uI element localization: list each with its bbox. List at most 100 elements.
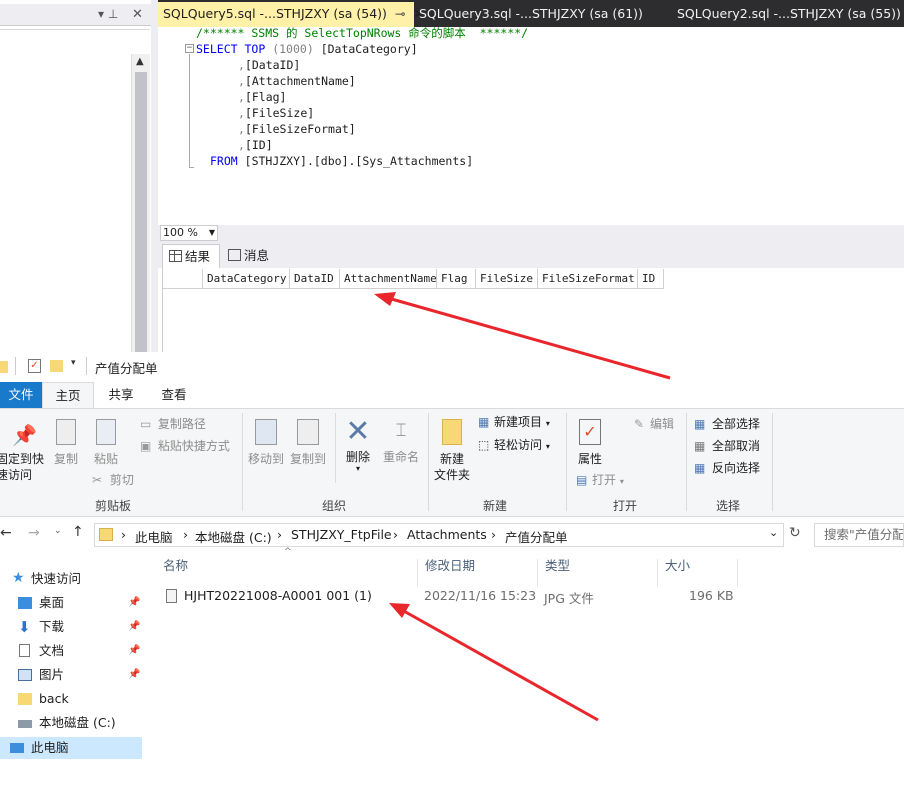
nav-downloads[interactable]: ⬇ 下载 📌 (18, 616, 142, 638)
tab-file[interactable]: 文件 (0, 382, 42, 408)
column-header-date[interactable]: 修改日期 (418, 559, 538, 587)
breadcrumb-item[interactable]: 此电脑 (135, 527, 173, 546)
file-row[interactable]: HJHT20221008-A0001 001 (1) 2022/11/16 15… (160, 588, 760, 610)
copy-to-button[interactable]: 复制到 (288, 419, 328, 467)
image-file-icon (166, 589, 177, 603)
divider (335, 413, 336, 483)
code-col-line: ,[AttachmentName] (238, 74, 356, 88)
file-explorer-window: ✓ ▾ 产值分配单 文件 主页 共享 查看 📌 固定到快 速访问 复制 粘贴 ▭… (0, 352, 904, 786)
tab-messages[interactable]: 消息 (222, 244, 282, 268)
results-grid[interactable]: DataCategory DataID AttachmentName Flag … (162, 268, 904, 352)
panel-titlebar: ▾ ⊥ ✕ (0, 4, 152, 26)
new-folder-button[interactable]: 新建 文件夹 (432, 419, 472, 483)
rename-button[interactable]: ⌶ 重命名 (380, 419, 422, 465)
breadcrumb-item[interactable]: STHJZXY_FtpFile (291, 527, 392, 542)
select-none-button[interactable]: ▦ 全部取消 (694, 437, 760, 455)
scroll-thumb[interactable] (135, 72, 147, 352)
column-header-name[interactable]: 名称 (156, 559, 418, 587)
properties-icon[interactable]: ✓ (28, 359, 41, 373)
panel-close-icon[interactable]: ✕ (132, 7, 143, 22)
copy-path-button[interactable]: ▭ 复制路径 (140, 415, 206, 433)
recent-locations-icon[interactable]: ⌄ (54, 526, 62, 536)
move-to-button[interactable]: 移动到 (246, 419, 286, 467)
up-arrow-icon[interactable]: ↑ (72, 524, 84, 540)
address-bar[interactable]: › 此电脑 › 本地磁盘 (C:) › STHJZXY_FtpFile › At… (94, 523, 784, 547)
query-editor[interactable]: − /****** SSMS 的 SelectTopNRows 命令的脚本 **… (158, 26, 904, 225)
chevron-down-icon[interactable]: ⌄ (769, 526, 778, 539)
copy-icon (56, 419, 76, 445)
desktop-icon (18, 597, 32, 609)
tab-home[interactable]: 主页 (42, 382, 94, 408)
invert-selection-button[interactable]: ▦ 反向选择 (694, 459, 760, 477)
panel-scrollbar[interactable]: ▲ (131, 54, 150, 352)
forward-arrow-icon[interactable]: → (28, 525, 40, 541)
paste-button[interactable]: 粘贴 (88, 419, 124, 467)
column-header[interactable]: FileSizeFormat (538, 269, 638, 289)
nav-pictures[interactable]: 图片 📌 (18, 664, 142, 686)
folder-icon (0, 361, 8, 373)
panel-pin-icon[interactable]: ▾ ⊥ (98, 7, 118, 21)
column-header[interactable]: FileSize (476, 269, 538, 289)
properties-button[interactable]: ✓ 属性 (573, 419, 607, 467)
back-arrow-icon[interactable]: ← (0, 525, 12, 541)
column-header[interactable]: AttachmentName (340, 269, 437, 289)
new-item-button[interactable]: ▦ 新建项目 ▾ (478, 413, 550, 433)
open-button[interactable]: ▤ 打开 ▾ (576, 471, 624, 491)
breadcrumb-item[interactable]: 本地磁盘 (C:) (195, 527, 272, 546)
nav-this-pc[interactable]: 此电脑 (0, 737, 142, 759)
tab-share[interactable]: 共享 (96, 382, 146, 408)
edit-icon: ✎ (634, 417, 645, 431)
refresh-icon[interactable]: ↻ (789, 525, 801, 541)
column-header[interactable]: DataID (290, 269, 340, 289)
divider (566, 413, 567, 511)
tab-view[interactable]: 查看 (148, 382, 200, 408)
tab-results[interactable]: 结果 (162, 244, 220, 268)
select-all-button[interactable]: ▦ 全部选择 (694, 415, 760, 433)
pin-icon[interactable]: 📌 (128, 592, 140, 614)
breadcrumb-separator[interactable]: › (277, 527, 282, 542)
copy-button[interactable]: 复制 (48, 419, 84, 467)
pin-icon[interactable]: ⊸ (395, 6, 405, 21)
navigation-pane: ★ 快速访问 桌面 📌 ⬇ 下载 📌 文档 📌 图片 📌 back 本地磁盘 (C:) 此电… (0, 551, 142, 786)
breadcrumb-separator[interactable]: › (393, 527, 398, 542)
tab-sqlquery5[interactable]: SQLQuery5.sql -...STHJZXY (sa (54)) ⊸ ✕ (158, 2, 424, 27)
edit-button[interactable]: ✎ 编辑 (634, 415, 674, 433)
customize-qat-icon[interactable]: ▾ (71, 358, 76, 368)
collapse-icon[interactable]: − (185, 44, 194, 53)
nav-desktop[interactable]: 桌面 📌 (18, 592, 142, 614)
breadcrumb-item[interactable]: 产值分配单 (505, 527, 568, 546)
tab-sqlquery2[interactable]: SQLQuery2.sql -...STHJZXY (sa (55)) (672, 2, 901, 27)
message-icon (228, 249, 241, 261)
column-header[interactable]: DataCategory (203, 269, 290, 289)
easy-access-button[interactable]: ⬚ 轻松访问 ▾ (478, 436, 550, 456)
zoom-select[interactable]: 100 % ▼ (160, 225, 218, 241)
breadcrumb-item[interactable]: Attachments (407, 527, 487, 542)
breadcrumb-separator[interactable]: › (491, 527, 496, 542)
divider (772, 413, 773, 511)
object-explorer-panel: ▾ ⊥ ✕ ▲ (0, 0, 152, 352)
divider (686, 413, 687, 511)
new-folder-icon[interactable] (50, 360, 63, 372)
column-header-type[interactable]: 类型 (538, 559, 658, 587)
quick-access-toolbar: ✓ ▾ 产值分配单 (0, 352, 904, 382)
tab-sqlquery3[interactable]: SQLQuery3.sql -...STHJZXY (sa (61)) (414, 2, 643, 27)
splitter[interactable] (151, 0, 158, 352)
pin-quick-access-button[interactable]: 📌 固定到快 速访问 (0, 423, 46, 483)
column-header[interactable]: ID (638, 269, 664, 289)
pin-icon[interactable]: 📌 (128, 640, 140, 662)
file-type: JPG 文件 (544, 591, 594, 606)
cut-button[interactable]: ✂ 剪切 (92, 471, 134, 489)
search-input[interactable]: 搜索"产值分配单" (814, 523, 904, 547)
nav-documents[interactable]: 文档 📌 (18, 640, 142, 662)
scroll-up-icon[interactable]: ▲ (136, 56, 144, 67)
pin-icon[interactable]: 📌 (128, 616, 140, 638)
breadcrumb-separator[interactable]: › (121, 527, 126, 542)
pin-icon[interactable]: 📌 (128, 664, 140, 686)
object-tree[interactable] (0, 29, 150, 352)
tab-label: SQLQuery2.sql -...STHJZXY (sa (55)) (677, 6, 901, 21)
delete-button[interactable]: ✕ 删除 ▾ (340, 417, 376, 473)
breadcrumb-separator[interactable]: › (183, 527, 188, 542)
column-header-size[interactable]: 大小 (658, 559, 738, 587)
column-header[interactable]: Flag (437, 269, 476, 289)
paste-shortcut-button[interactable]: ▣ 粘贴快捷方式 (140, 437, 230, 455)
